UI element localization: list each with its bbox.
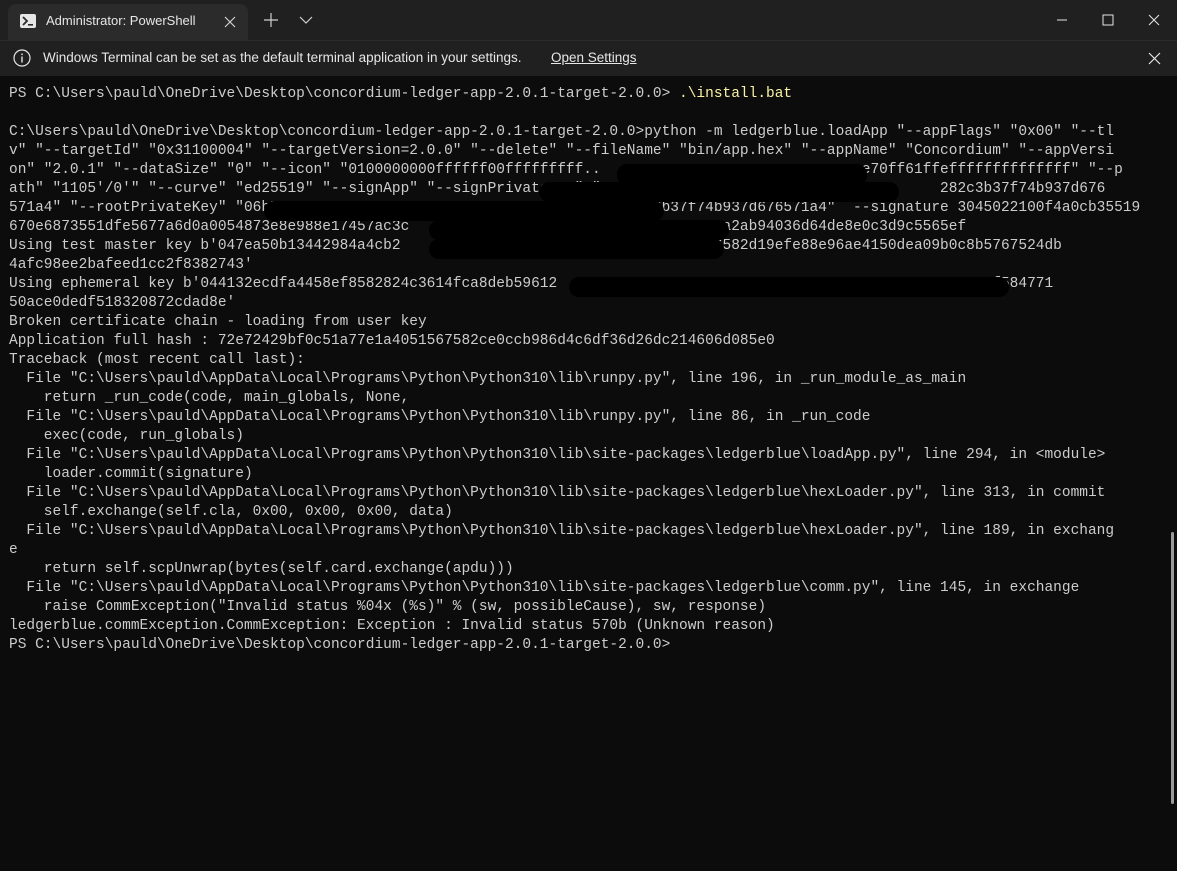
terminal-line: File "C:\Users\pauld\AppData\Local\Progr… xyxy=(9,371,967,387)
info-message: Windows Terminal can be set as the defau… xyxy=(43,50,522,65)
info-icon xyxy=(13,49,31,67)
terminal-line: ledgerblue.commException.CommException: … xyxy=(9,618,775,634)
terminal-line: e xyxy=(9,542,18,558)
terminal-output[interactable]: PS C:\Users\pauld\OneDrive\Desktop\conco… xyxy=(9,85,1157,865)
terminal-line: return self.scpUnwrap(bytes(self.card.ex… xyxy=(9,561,514,577)
tab-title: Administrator: PowerShell xyxy=(46,13,196,28)
close-icon xyxy=(1148,14,1160,26)
tab-powershell[interactable]: Administrator: PowerShell xyxy=(8,4,248,40)
redaction-mark xyxy=(539,182,899,202)
terminal-line: Broken certificate chain - loading from … xyxy=(9,314,427,330)
redaction-mark xyxy=(264,201,664,221)
terminal-line: File "C:\Users\pauld\AppData\Local\Progr… xyxy=(9,409,871,425)
close-tab-icon[interactable] xyxy=(222,14,238,30)
terminal-line: self.exchange(self.cla, 0x00, 0x00, 0x00… xyxy=(9,504,453,520)
terminal-line: PS C:\Users\pauld\OneDrive\Desktop\conco… xyxy=(9,85,1157,104)
terminal-line: C:\Users\pauld\OneDrive\Desktop\concordi… xyxy=(9,124,1115,140)
terminal-line: return _run_code(code, main_globals, Non… xyxy=(9,390,410,406)
chevron-down-icon[interactable] xyxy=(298,13,314,27)
terminal-line: on" "2.0.1" "--dataSize" "0" "--icon" "0… xyxy=(9,162,1123,178)
terminal-line: v" "--targetId" "0x31100004" "--targetVe… xyxy=(9,143,1115,159)
redaction-mark xyxy=(569,277,1009,297)
terminal-line: File "C:\Users\pauld\AppData\Local\Progr… xyxy=(9,447,1106,463)
terminal-line: Application full hash : 72e72429bf0c51a7… xyxy=(9,333,775,349)
prompt-text: PS C:\Users\pauld\OneDrive\Desktop\conco… xyxy=(9,86,680,102)
terminal-line: raise CommException("Invalid status %04x… xyxy=(9,599,767,615)
redaction-mark xyxy=(429,239,724,259)
close-window-button[interactable] xyxy=(1131,0,1177,40)
redaction-mark xyxy=(429,220,729,240)
title-bar[interactable]: Administrator: PowerShell xyxy=(0,0,1177,40)
terminal-line: Traceback (most recent call last): xyxy=(9,352,305,368)
minimize-button[interactable] xyxy=(1039,0,1085,40)
minimize-icon xyxy=(1057,19,1067,21)
terminal-line: File "C:\Users\pauld\AppData\Local\Progr… xyxy=(9,523,1115,539)
terminal-window: Administrator: PowerShell Windows Termin… xyxy=(0,0,1177,871)
terminal-line: loader.commit(signature) xyxy=(9,466,253,482)
info-bar: Windows Terminal can be set as the defau… xyxy=(0,40,1177,76)
terminal-line: File "C:\Users\pauld\AppData\Local\Progr… xyxy=(9,485,1106,501)
powershell-icon xyxy=(20,14,36,28)
close-icon[interactable] xyxy=(1147,51,1162,66)
open-settings-link[interactable]: Open Settings xyxy=(551,50,637,65)
terminal-line: PS C:\Users\pauld\OneDrive\Desktop\conco… xyxy=(9,637,671,653)
terminal-line: File "C:\Users\pauld\AppData\Local\Progr… xyxy=(9,580,1080,596)
terminal-line: exec(code, run_globals) xyxy=(9,428,244,444)
plus-icon[interactable] xyxy=(262,11,280,29)
scrollbar-thumb[interactable] xyxy=(1171,532,1174,804)
maximize-icon xyxy=(1102,14,1114,26)
command-text: .\install.bat xyxy=(679,86,793,102)
maximize-button[interactable] xyxy=(1085,0,1131,40)
